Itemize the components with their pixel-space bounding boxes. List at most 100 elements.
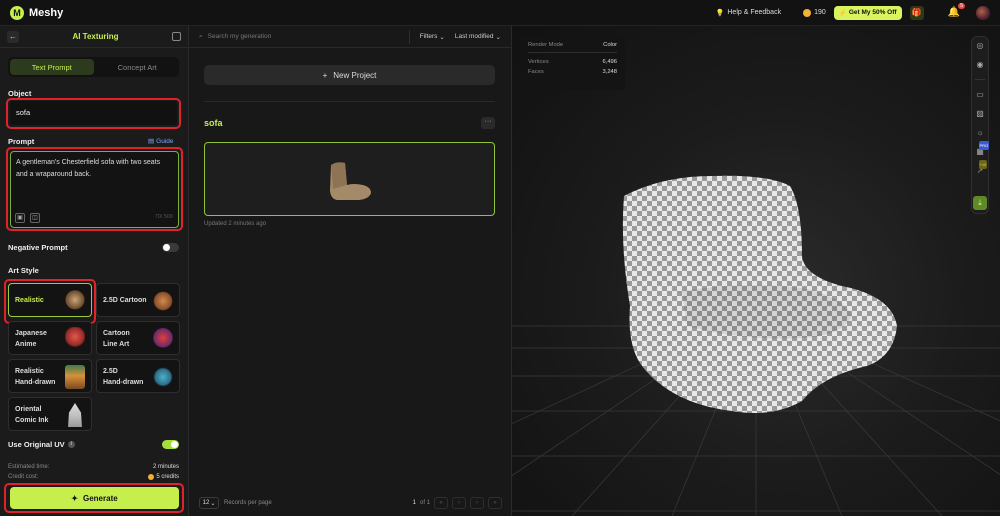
style-oriental-comic-ink[interactable]: Oriental Comic Ink bbox=[8, 397, 92, 431]
estimated-time-row: Estimated time: 2 minutes bbox=[8, 464, 179, 470]
bell-icon: 🔔 bbox=[947, 7, 960, 18]
image-icon[interactable]: ▣ bbox=[15, 213, 25, 223]
bolt-icon: ⚡ bbox=[838, 9, 847, 17]
style-label: Japanese bbox=[15, 330, 47, 337]
info-icon[interactable]: i bbox=[67, 441, 75, 448]
sort-dropdown[interactable]: Last modified ⌄ bbox=[455, 33, 501, 41]
sort-label: Last modified bbox=[454, 33, 494, 40]
model-stats: Render Mode Color Vertices 6,496 Faces 3… bbox=[520, 35, 625, 90]
logo[interactable]: M Meshy bbox=[10, 5, 64, 20]
style-thumbnail bbox=[65, 289, 85, 313]
faces-value: 3,248 bbox=[602, 69, 617, 75]
3d-viewport[interactable]: Render Mode Color Vertices 6,496 Faces 3… bbox=[512, 26, 1000, 516]
records-per-page-select[interactable]: 12 ⌄ bbox=[199, 497, 219, 509]
generation-card[interactable] bbox=[204, 142, 495, 216]
chevron-down-icon: ⌄ bbox=[495, 33, 501, 41]
updated-time: Updated 2 minutes ago bbox=[204, 221, 267, 227]
style-thumbnail bbox=[153, 327, 173, 351]
sphere-icon[interactable]: ◎ bbox=[976, 41, 985, 50]
generate-label: Generate bbox=[83, 493, 118, 503]
use-uv-toggle[interactable] bbox=[162, 440, 179, 449]
negative-prompt-label: Negative Prompt bbox=[8, 243, 68, 252]
light-icon[interactable]: ☼ bbox=[976, 128, 985, 137]
vertices-value: 6,496 bbox=[602, 59, 617, 65]
style-label-line2: Hand-drawn bbox=[15, 379, 56, 386]
style-label-line2: Anime bbox=[15, 341, 37, 348]
style-realistic-hand-drawn[interactable]: Realistic Hand-drawn bbox=[8, 359, 92, 393]
coin-icon bbox=[148, 474, 155, 480]
style-japanese-anime[interactable]: Japanese Anime bbox=[8, 321, 92, 355]
next-page-button[interactable]: › bbox=[470, 497, 484, 509]
style-realistic[interactable]: Realistic bbox=[8, 283, 92, 317]
filters-dropdown[interactable]: Filters ⌄ bbox=[420, 33, 445, 41]
prompt-label: Prompt bbox=[8, 137, 35, 146]
style-label: 2.5D bbox=[103, 368, 118, 375]
negative-prompt-toggle[interactable] bbox=[162, 243, 179, 252]
share-icon[interactable]: ↗ +10 bbox=[976, 160, 988, 175]
hatch-icon[interactable]: ▨ bbox=[976, 109, 985, 118]
gift-icon[interactable]: 🎁 bbox=[909, 5, 924, 20]
style-label: Realistic bbox=[15, 296, 44, 304]
search-input[interactable]: ⌕ Search my generation bbox=[199, 33, 399, 41]
guide-link[interactable]: ▤ Guide bbox=[148, 137, 174, 146]
chevron-down-icon: ⌄ bbox=[439, 33, 445, 41]
viewport-toolbar: ◎ ◉ ▭ ▨ ☼ ▦ PRO ↗ +10 ⤓ bbox=[971, 36, 990, 214]
filters-label: Filters bbox=[419, 33, 438, 40]
style-cartoon-line-art[interactable]: Cartoon Line Art bbox=[96, 321, 180, 355]
material-icon[interactable]: ◉ bbox=[976, 60, 985, 69]
generations-panel: ⌕ Search my generation Filters ⌄ Last mo… bbox=[189, 26, 512, 516]
credit-badge: +10 bbox=[978, 160, 988, 169]
use-uv-label: Use Original UV bbox=[8, 440, 65, 449]
style-thumbnail bbox=[153, 365, 173, 389]
coin-icon bbox=[803, 8, 812, 17]
promo-button[interactable]: ⚡ Get My 50% Off bbox=[833, 5, 902, 20]
magic-icon[interactable]: ◫ bbox=[30, 213, 40, 223]
top-bar: M Meshy 💡 Help & Feedback 190 ⚡ Get My 5… bbox=[0, 0, 1000, 26]
credit-balance[interactable]: 190 bbox=[803, 8, 826, 17]
first-page-button[interactable]: « bbox=[434, 497, 448, 509]
object-label: Object bbox=[8, 89, 32, 98]
new-project-button[interactable]: + New Project bbox=[204, 65, 495, 85]
brand-name: Meshy bbox=[29, 6, 64, 19]
style-thumbnail bbox=[68, 403, 82, 427]
search-icon: ⌕ bbox=[199, 32, 203, 40]
left-panel: ← AI Texturing Text Prompt Concept Art O… bbox=[0, 26, 189, 516]
notification-badge: 5 bbox=[958, 3, 965, 9]
generate-button[interactable]: ✦ Generate bbox=[10, 487, 179, 509]
project-name[interactable]: sofa bbox=[204, 118, 223, 128]
monitor-icon[interactable]: ▭ bbox=[976, 90, 985, 99]
style-label-line2: Line Art bbox=[103, 341, 130, 348]
style-label: Cartoon bbox=[103, 330, 130, 337]
notifications-button[interactable]: 🔔 5 bbox=[947, 3, 965, 18]
style-thumbnail bbox=[65, 365, 85, 389]
tab-concept-art[interactable]: Concept Art bbox=[96, 57, 180, 77]
last-page-button[interactable]: » bbox=[488, 497, 502, 509]
collapse-panel-icon[interactable] bbox=[172, 32, 181, 41]
more-options-icon[interactable]: ··· bbox=[481, 117, 495, 129]
render-mode-label: Render Mode bbox=[528, 42, 564, 48]
style-2-5d-hand-drawn[interactable]: 2.5D Hand-drawn bbox=[96, 359, 180, 393]
page-total: of 1 bbox=[419, 500, 430, 506]
credit-count: 190 bbox=[814, 9, 826, 16]
style-label: 2.5D Cartoon bbox=[103, 296, 147, 304]
back-icon[interactable]: ← bbox=[7, 30, 19, 43]
prompt-textarea[interactable]: A gentleman's Chesterfield sofa with two… bbox=[10, 151, 179, 228]
avatar[interactable] bbox=[976, 5, 990, 20]
style-2-5d-cartoon[interactable]: 2.5D Cartoon bbox=[96, 283, 180, 317]
guide-label: Guide bbox=[156, 137, 174, 145]
help-feedback-button[interactable]: 💡 Help & Feedback bbox=[716, 9, 781, 17]
style-thumbnail bbox=[65, 327, 85, 351]
records-per-page-value: 12 bbox=[202, 500, 210, 506]
prev-page-button[interactable]: ‹ bbox=[452, 497, 466, 509]
new-project-label: New Project bbox=[333, 70, 377, 80]
book-icon: ▤ bbox=[148, 138, 155, 145]
tab-text-prompt[interactable]: Text Prompt bbox=[10, 59, 94, 75]
texture-icon[interactable]: ▦ PRO bbox=[976, 141, 990, 156]
chevron-down-icon: ⌄ bbox=[210, 500, 216, 507]
use-uv-row: Use Original UV i bbox=[8, 440, 75, 449]
object-input[interactable]: sofa bbox=[10, 101, 177, 125]
style-label-line2: Comic Ink bbox=[15, 417, 49, 424]
render-mode-value[interactable]: Color bbox=[603, 42, 617, 48]
download-icon[interactable]: ⤓ bbox=[973, 196, 987, 210]
credit-cost-value: 5 credits bbox=[156, 474, 179, 480]
